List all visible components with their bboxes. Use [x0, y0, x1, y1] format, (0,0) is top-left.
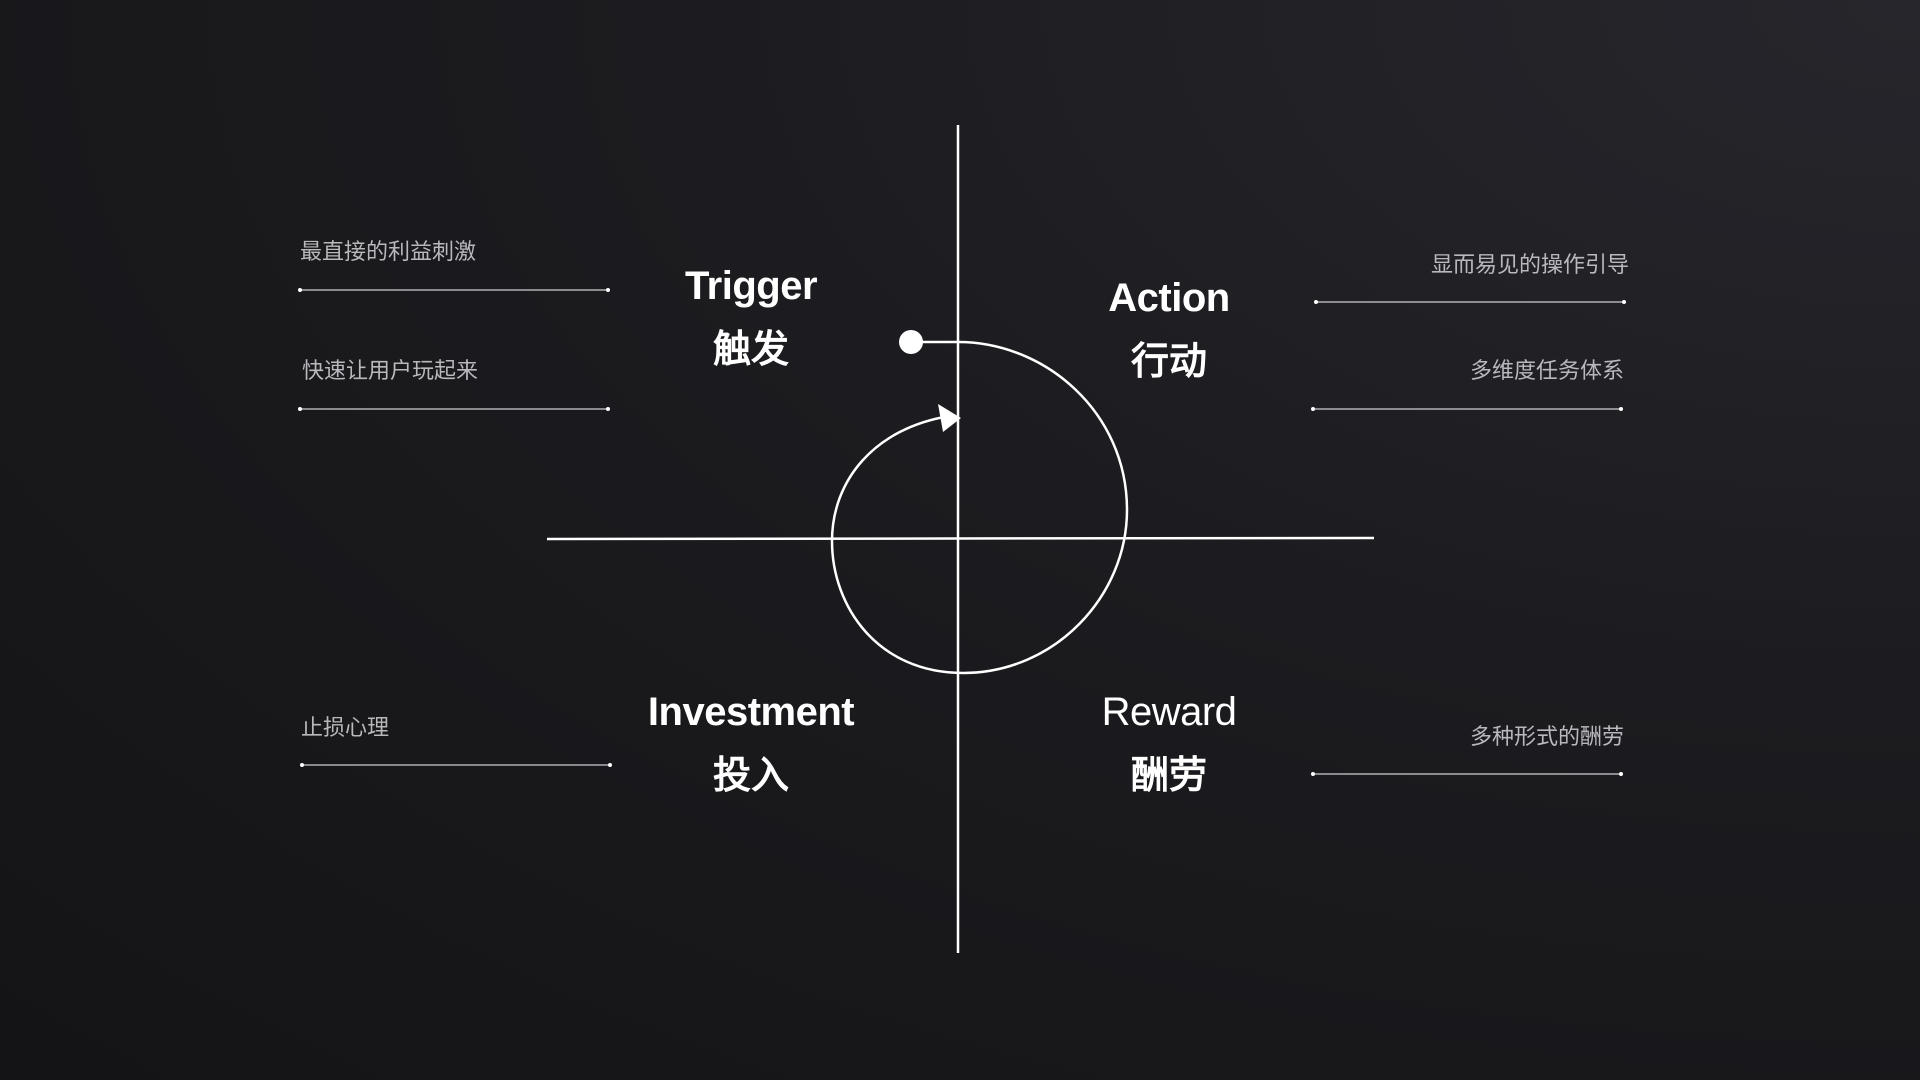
- investment-note-1: 止损心理: [301, 716, 390, 741]
- stage-trigger: Trigger 触发: [621, 266, 881, 368]
- stage-investment: Investment 投入: [621, 692, 881, 794]
- start-dot-icon: [899, 330, 923, 354]
- action-note-1: 显而易见的操作引导: [1430, 253, 1629, 278]
- stage-reward-zh: 酬劳: [1130, 753, 1207, 797]
- stage-trigger-zh: 触发: [712, 327, 789, 371]
- horizontal-axis: [546, 536, 1375, 541]
- trigger-note-1: 最直接的利益刺激: [300, 240, 477, 265]
- stage-action-zh: 行动: [1130, 339, 1207, 383]
- stage-action-en: Action: [1108, 276, 1230, 320]
- stage-investment-en: Investment: [647, 690, 855, 734]
- hook-model-diagram: 最直接的利益刺激 快速让用户玩起来 止损心理 显而易见的操作引导 多维度任务体系…: [0, 0, 1920, 1080]
- stage-trigger-en: Trigger: [684, 264, 818, 308]
- stage-action: Action 行动: [1039, 278, 1299, 380]
- trigger-note-2: 快速让用户玩起来: [302, 359, 479, 384]
- diagram-lines: [298, 125, 1626, 953]
- reward-note-1: 多种形式的酬劳: [1469, 725, 1624, 750]
- stage-reward-en: Reward: [1101, 690, 1237, 734]
- stage-investment-zh: 投入: [712, 753, 789, 797]
- action-note-2: 多维度任务体系: [1469, 359, 1624, 384]
- stage-reward: Reward 酬劳: [1039, 692, 1299, 794]
- loop-arrow-icon: [830, 340, 1129, 675]
